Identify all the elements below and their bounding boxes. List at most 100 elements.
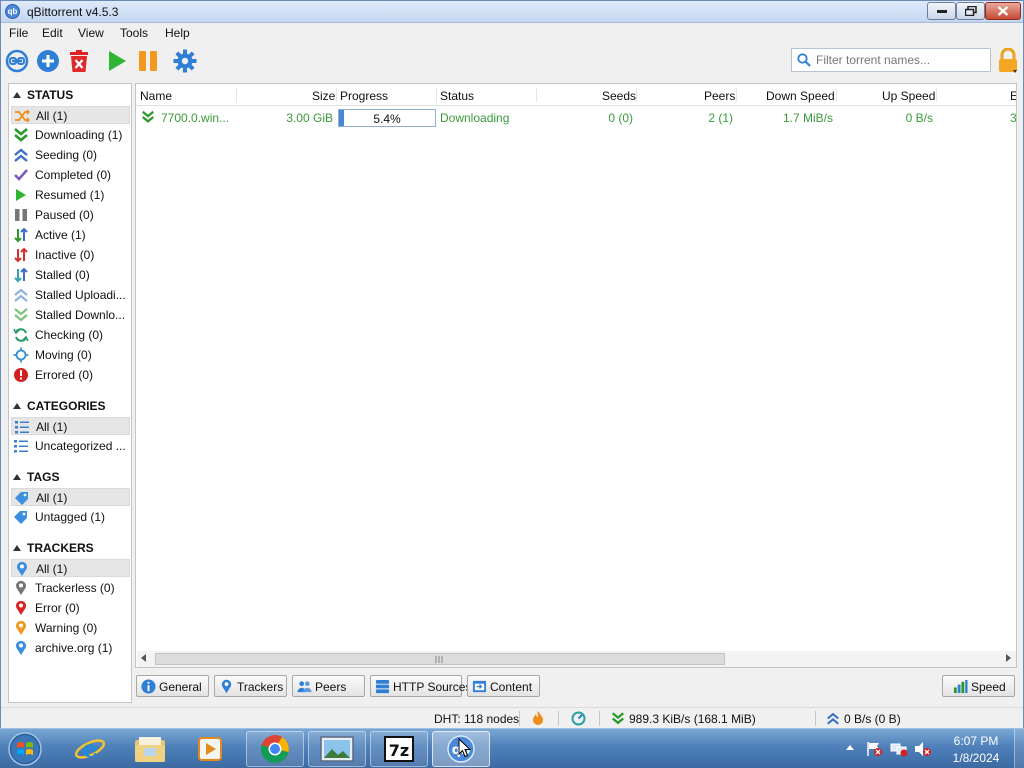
scroll-left-arrow-icon[interactable] [141, 654, 146, 662]
torrent-progress-bar: 5.4% [338, 109, 436, 127]
taskbar-photo-viewer[interactable] [308, 731, 366, 767]
lock-icon[interactable] [997, 48, 1019, 74]
tab-content[interactable]: Content [467, 675, 540, 697]
category-uncategorized[interactable]: Uncategorized ... [11, 437, 130, 455]
add-torrent-icon[interactable] [36, 49, 60, 73]
status-stalled[interactable]: Stalled (0) [11, 266, 130, 284]
menu-file[interactable]: File [9, 26, 28, 40]
tracker-all[interactable]: All (1) [11, 559, 130, 577]
fire-icon[interactable] [531, 711, 545, 726]
torrent-row[interactable]: 7700.0.win... 3.00 GiB 5.4% Downloading … [137, 108, 1016, 128]
status-moving[interactable]: Moving (0) [11, 346, 130, 364]
menu-help[interactable]: Help [165, 26, 190, 40]
filter-box[interactable] [791, 48, 991, 72]
tab-peers-label: Peers [315, 680, 347, 694]
tab-peers[interactable]: Peers [292, 675, 365, 697]
pin-orange-icon [16, 620, 26, 635]
column-eta[interactable]: E [1010, 89, 1016, 103]
trackers-section-header[interactable]: TRACKERS [13, 541, 94, 555]
file-explorer-icon [135, 737, 165, 762]
column-name[interactable]: Name [140, 89, 172, 103]
maximize-button[interactable] [956, 2, 985, 20]
tracker-trackerless-label: Trackerless (0) [35, 581, 115, 595]
status-active[interactable]: Active (1) [11, 226, 130, 244]
column-peers[interactable]: Peers [704, 89, 735, 103]
scrollbar-thumb[interactable] [155, 653, 725, 665]
column-down-speed[interactable]: Down Speed [766, 89, 835, 103]
status-errored[interactable]: Errored (0) [11, 366, 130, 384]
menu-tools[interactable]: Tools [120, 26, 148, 40]
status-resumed[interactable]: Resumed (1) [11, 186, 130, 204]
column-status[interactable]: Status [440, 89, 474, 103]
column-up-speed[interactable]: Up Speed [882, 89, 935, 103]
tag-all[interactable]: All (1) [11, 488, 130, 506]
status-header-label: STATUS [27, 88, 74, 102]
speed-button[interactable]: Speed [942, 675, 1015, 697]
start-button-icon[interactable] [6, 731, 44, 767]
delete-torrent-icon[interactable] [67, 49, 91, 73]
tags-header-label: TAGS [27, 470, 60, 484]
pin-blue-icon [17, 561, 27, 576]
tab-http-sources[interactable]: HTTP Sources [370, 675, 471, 697]
pause-icon[interactable] [136, 49, 160, 73]
horizontal-scrollbar[interactable] [137, 651, 1016, 667]
column-seeds[interactable]: Seeds [602, 89, 636, 103]
taskbar-internet-explorer[interactable]: e [61, 731, 119, 767]
minimize-button[interactable] [927, 2, 956, 20]
torrent-name: 7700.0.win... [161, 111, 230, 125]
action-center-flag-icon[interactable] [866, 741, 883, 757]
status-stalled-downloading[interactable]: Stalled Downlo... [11, 306, 130, 324]
clock-date[interactable]: 1/8/2024 [946, 751, 1006, 765]
status-section-header[interactable]: STATUS [13, 88, 73, 102]
filter-sidebar: STATUS All (1) Downloading (1) Seeding (… [8, 83, 132, 703]
taskbar-file-explorer[interactable] [121, 731, 179, 767]
status-checking[interactable]: Checking (0) [11, 326, 130, 344]
torrent-size: 3.00 GiB [286, 111, 333, 125]
status-all[interactable]: All (1) [11, 106, 130, 124]
scroll-right-arrow-icon[interactable] [1006, 654, 1011, 662]
torrent-list-header: Name Size Progress Status Seeds Peers Do… [136, 84, 1016, 106]
volume-muted-icon[interactable] [914, 741, 932, 757]
column-size[interactable]: Size [312, 89, 335, 103]
show-desktop-button[interactable] [1014, 729, 1024, 768]
clock-time[interactable]: 6:07 PM [946, 734, 1006, 748]
tag-untagged[interactable]: Untagged (1) [11, 508, 130, 526]
menu-edit[interactable]: Edit [42, 26, 63, 40]
tags-section-header[interactable]: TAGS [13, 470, 59, 484]
stalled-upload-icon [14, 288, 28, 302]
inactive-arrows-icon [14, 247, 28, 263]
taskbar-chrome[interactable] [246, 731, 304, 767]
taskbar-media-player[interactable] [181, 731, 239, 767]
close-button[interactable] [985, 2, 1021, 20]
categories-section-header[interactable]: CATEGORIES [13, 399, 105, 413]
menu-view[interactable]: View [78, 26, 104, 40]
filter-torrent-names-input[interactable] [816, 52, 986, 68]
show-hidden-icons-arrow-icon[interactable] [846, 745, 854, 750]
title-bar[interactable]: qb qBittorrent v4.5.3 [1, 1, 1023, 23]
qbittorrent-app-icon[interactable]: qb [5, 4, 20, 19]
category-all[interactable]: All (1) [11, 417, 130, 435]
tracker-archive-org[interactable]: archive.org (1) [11, 639, 130, 657]
status-downloading[interactable]: Downloading (1) [11, 126, 130, 144]
taskbar-7zip[interactable]: 7z [370, 731, 428, 767]
options-gear-icon[interactable] [173, 49, 197, 73]
tracker-trackerless[interactable]: Trackerless (0) [11, 579, 130, 597]
network-icon[interactable] [890, 741, 908, 757]
tracker-warning[interactable]: Warning (0) [11, 619, 130, 637]
tab-general[interactable]: General [136, 675, 209, 697]
resume-icon[interactable] [105, 49, 129, 73]
media-player-icon [198, 737, 222, 761]
column-progress[interactable]: Progress [340, 89, 388, 103]
add-torrent-link-icon[interactable] [5, 49, 29, 73]
speed-limit-icon[interactable] [571, 711, 586, 726]
status-stalled-uploading[interactable]: Stalled Uploadi... [11, 286, 130, 304]
status-completed[interactable]: Completed (0) [11, 166, 130, 184]
status-paused[interactable]: Paused (0) [11, 206, 130, 224]
status-seeding[interactable]: Seeding (0) [11, 146, 130, 164]
downloading-icon [142, 110, 154, 123]
tracker-error[interactable]: Error (0) [11, 599, 130, 617]
status-inactive[interactable]: Inactive (0) [11, 246, 130, 264]
tab-trackers[interactable]: Trackers [214, 675, 287, 697]
peers-icon [297, 681, 312, 693]
search-icon [797, 53, 811, 67]
